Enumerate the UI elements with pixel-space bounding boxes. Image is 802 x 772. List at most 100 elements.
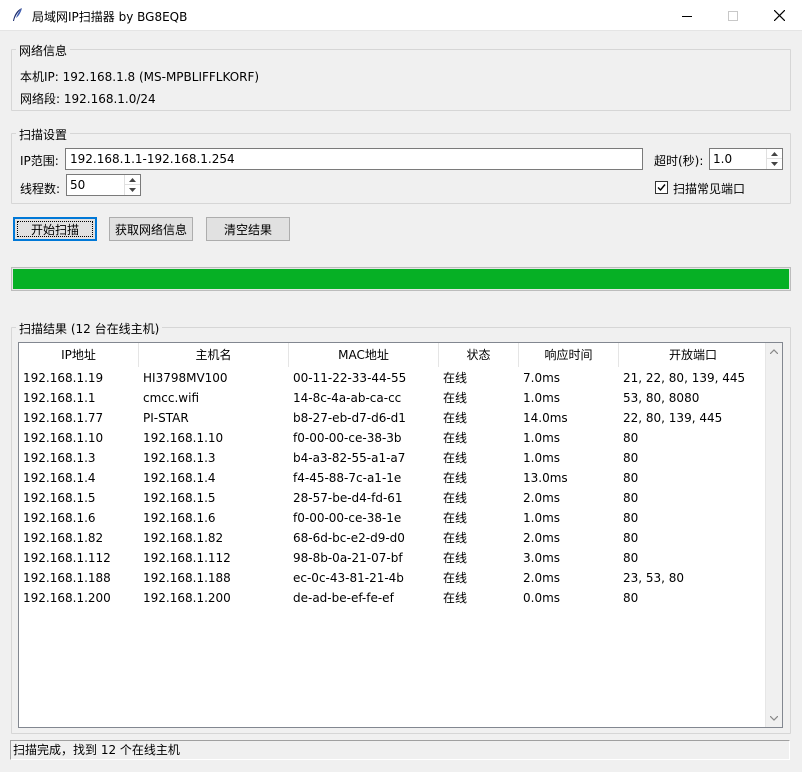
- scan-common-ports-checkbox[interactable]: [655, 181, 668, 194]
- table-cell: 3.0ms: [523, 551, 561, 565]
- results-table[interactable]: IP地址 主机名 MAC地址 状态 响应时间 开放端口 192.168.1.19 HI379…: [18, 342, 783, 728]
- threads-up-button[interactable]: [125, 175, 140, 185]
- table-row[interactable]: 192.168.1.112 192.168.1.112 98-8b-0a-21-07…: [19, 548, 767, 568]
- table-cell: 1.0ms: [523, 451, 561, 465]
- table-cell: 80: [623, 451, 639, 465]
- table-cell: 192.168.1.82: [143, 531, 224, 545]
- table-row[interactable]: 192.168.1.200 192.168.1.200 de-ad-be-ef-fe…: [19, 588, 767, 608]
- column-header[interactable]: 主机名: [139, 343, 289, 367]
- ip-range-label: IP范围:: [20, 154, 59, 168]
- table-cell: 192.168.1.200: [143, 591, 231, 605]
- get-network-info-label: 获取网络信息: [114, 222, 187, 237]
- table-cell: 80: [623, 511, 639, 525]
- clear-results-button[interactable]: 清空结果: [206, 217, 290, 241]
- get-network-info-button[interactable]: 获取网络信息: [109, 217, 193, 241]
- table-row[interactable]: 192.168.1.77 PI-STAR b8-27-eb-d7-d6-d1 在线 14…: [19, 408, 767, 428]
- column-header[interactable]: 开放端口: [619, 343, 767, 367]
- ip-range-input[interactable]: [65, 148, 643, 170]
- table-cell: 22, 80, 139, 445: [623, 411, 723, 425]
- table-cell: f0-00-00-ce-38-3b: [293, 431, 402, 445]
- threads-spinbox[interactable]: [66, 174, 141, 196]
- table-cell: f0-00-00-ce-38-1e: [293, 511, 402, 525]
- scroll-up-button[interactable]: [766, 343, 782, 360]
- table-cell: 53, 80, 8080: [623, 391, 700, 405]
- threads-input[interactable]: [67, 175, 123, 195]
- column-header[interactable]: 状态: [439, 343, 519, 367]
- timeout-up-button[interactable]: [767, 149, 782, 159]
- table-cell: 192.168.1.6: [23, 511, 96, 525]
- table-cell: 192.168.1.3: [23, 451, 96, 465]
- checkmark-icon: [657, 184, 666, 192]
- results-label: 扫描结果 (12 台在线主机): [16, 320, 163, 337]
- table-row[interactable]: 192.168.1.3 192.168.1.3 b4-a3-82-55-a1-a7 在…: [19, 448, 767, 468]
- spin-up-icon: [771, 151, 778, 156]
- spin-down-icon: [129, 188, 136, 192]
- scroll-down-button[interactable]: [766, 710, 782, 727]
- progress-fill: [13, 269, 789, 289]
- close-button[interactable]: [756, 0, 802, 31]
- table-cell: 98-8b-0a-21-07-bf: [293, 551, 403, 565]
- table-cell: 00-11-22-33-44-55: [293, 371, 407, 385]
- vertical-scrollbar[interactable]: [765, 343, 782, 727]
- scan-common-ports-label[interactable]: 扫描常见端口: [673, 180, 745, 197]
- table-row[interactable]: 192.168.1.1 cmcc.wifi 14-8c-4a-ab-ca-cc 在线 1…: [19, 388, 767, 408]
- table-cell: 68-6d-bc-e2-d9-d0: [293, 531, 405, 545]
- table-cell: PI-STAR: [143, 411, 189, 425]
- table-cell: 在线: [443, 491, 468, 505]
- scan-settings-label: 扫描设置: [16, 126, 71, 143]
- title-bar: 局域网IP扫描器 by BG8EQB: [0, 0, 802, 31]
- table-cell: 192.168.1.188: [143, 571, 231, 585]
- table-cell: 2.0ms: [523, 531, 561, 545]
- table-cell: cmcc.wifi: [143, 391, 200, 405]
- table-cell: 192.168.1.1: [23, 391, 96, 405]
- table-cell: 192.168.1.5: [23, 491, 96, 505]
- timeout-label: 超时(秒):: [654, 154, 704, 168]
- timeout-input[interactable]: [710, 149, 766, 169]
- feather-icon: [10, 7, 26, 23]
- table-cell: 23, 53, 80: [623, 571, 685, 585]
- column-header[interactable]: MAC地址: [289, 343, 439, 367]
- scan-progress-bar: [11, 267, 791, 291]
- local-ip-text: 本机IP: 192.168.1.8 (MS-MPBLIFFLKORF): [20, 70, 260, 84]
- table-cell: 192.168.1.4: [143, 471, 216, 485]
- maximize-button[interactable]: [710, 0, 756, 31]
- table-row[interactable]: 192.168.1.82 192.168.1.82 68-6d-bc-e2-d9-d…: [19, 528, 767, 548]
- table-cell: 192.168.1.4: [23, 471, 96, 485]
- table-cell: HI3798MV100: [143, 371, 228, 385]
- table-cell: 14-8c-4a-ab-ca-cc: [293, 391, 402, 405]
- start-scan-button[interactable]: 开始扫描: [13, 217, 97, 241]
- table-row[interactable]: 192.168.1.10 192.168.1.10 f0-00-00-ce-38-3…: [19, 428, 767, 448]
- timeout-down-button[interactable]: [767, 159, 782, 169]
- table-cell: b4-a3-82-55-a1-a7: [293, 451, 406, 465]
- table-cell: 在线: [443, 391, 468, 405]
- table-cell: 192.168.1.19: [23, 371, 104, 385]
- table-cell: 在线: [443, 591, 468, 605]
- table-cell: b8-27-eb-d7-d6-d1: [293, 411, 406, 425]
- column-header[interactable]: IP地址: [19, 343, 139, 367]
- start-scan-label: 开始扫描: [30, 222, 79, 237]
- table-cell: 在线: [443, 511, 468, 525]
- table-row[interactable]: 192.168.1.4 192.168.1.4 f4-45-88-7c-a1-1e 在…: [19, 468, 767, 488]
- timeout-spin-arrows: [766, 149, 782, 169]
- minimize-button[interactable]: [664, 0, 710, 31]
- table-cell: 192.168.1.3: [143, 451, 216, 465]
- spin-down-icon: [771, 162, 778, 166]
- table-row[interactable]: 192.168.1.188 192.168.1.188 ec-0c-43-81-21…: [19, 568, 767, 588]
- table-cell: 1.0ms: [523, 391, 561, 405]
- table-cell: 在线: [443, 411, 468, 425]
- status-bar: 扫描完成，找到 12 个在线主机: [10, 740, 790, 760]
- table-row[interactable]: 192.168.1.5 192.168.1.5 28-57-be-d4-fd-61 在…: [19, 488, 767, 508]
- table-row[interactable]: 192.168.1.6 192.168.1.6 f0-00-00-ce-38-1e 在…: [19, 508, 767, 528]
- timeout-spinbox[interactable]: [709, 148, 783, 170]
- table-cell: 1.0ms: [523, 511, 561, 525]
- table-cell: 80: [623, 531, 639, 545]
- column-header[interactable]: 响应时间: [519, 343, 619, 367]
- table-cell: 13.0ms: [523, 471, 568, 485]
- table-row[interactable]: 192.168.1.19 HI3798MV100 00-11-22-33-44-55…: [19, 368, 767, 388]
- table-cell: 192.168.1.77: [23, 411, 104, 425]
- threads-down-button[interactable]: [125, 185, 140, 195]
- table-empty-area: [19, 608, 767, 727]
- table-cell: de-ad-be-ef-fe-ef: [293, 591, 394, 605]
- status-text: 扫描完成，找到 12 个在线主机: [13, 743, 180, 757]
- table-cell: 192.168.1.82: [23, 531, 104, 545]
